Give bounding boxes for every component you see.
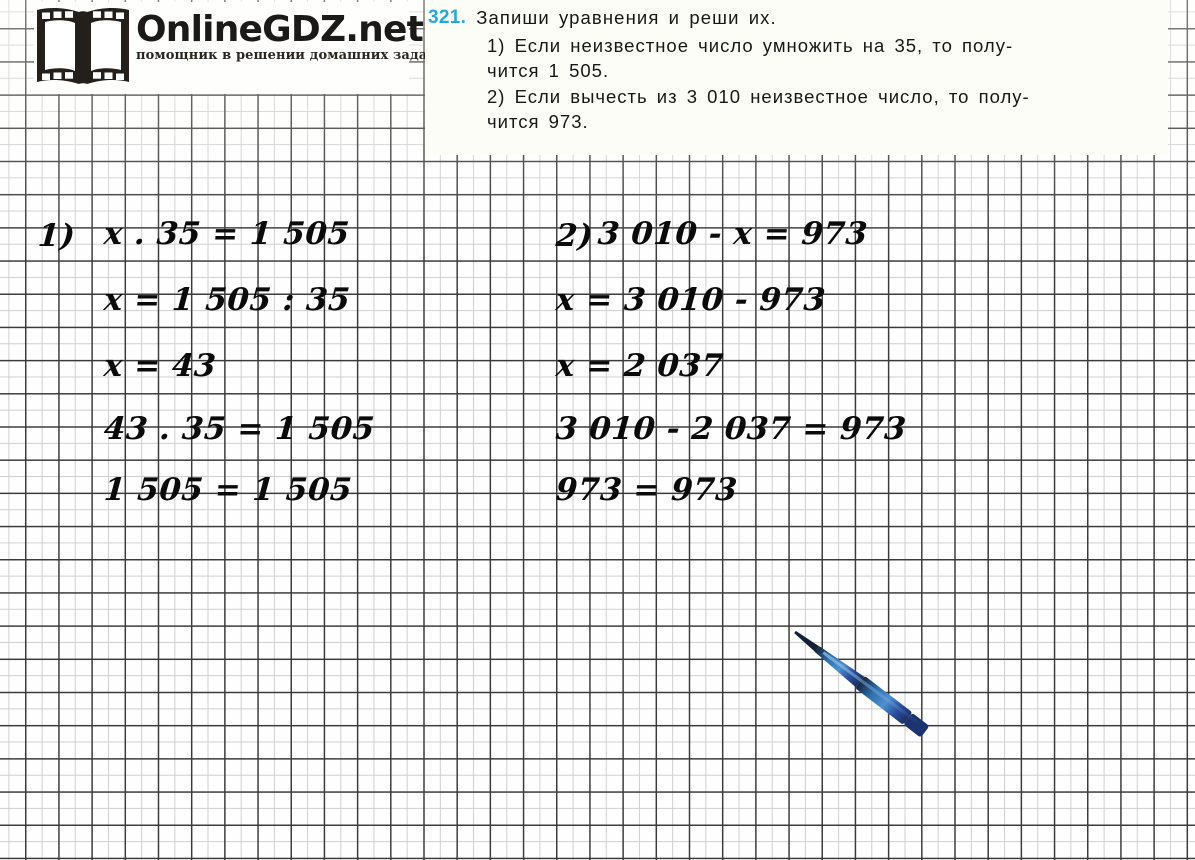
task-item-2-label: 2)	[487, 85, 506, 107]
solution-2-line-4: 3 010 - 2 037 = 973	[554, 411, 908, 447]
task-item-1-label: 1)	[487, 34, 506, 56]
notebook-page: OnlineGDZ.net помощник в решении домашни…	[0, 0, 1195, 860]
task-item-2-text: Если вычесть из 3 010 неизвестное число,…	[514, 85, 1030, 107]
solution-2-marker: 2)	[554, 218, 595, 254]
solution-2-line-5: 973 = 973	[554, 472, 739, 508]
logo-wordmark: OnlineGDZ.net	[136, 9, 424, 50]
task-item-list: 1) Если неизвестное число умножить на 35…	[425, 33, 1158, 135]
solution-2-line-1: 3 010 - x = 973	[596, 216, 870, 252]
solution-1-line-5: 1 505 = 1 505	[102, 472, 354, 508]
solution-1-line-3: x = 43	[102, 348, 218, 384]
task-panel: 321. Запиши уравнения и реши их. 1) Если…	[425, 0, 1168, 155]
solution-1-line-1: x . 35 = 1 505	[102, 216, 351, 252]
solution-1-line-4: 43 . 35 = 1 505	[102, 411, 377, 447]
task-item-2: 2) Если вычесть из 3 010 неизвестное чис…	[487, 84, 1115, 135]
task-item-1-text: Если неизвестное число умножить на 35, т…	[514, 34, 1014, 56]
task-item-1: 1) Если неизвестное число умножить на 35…	[487, 33, 1115, 84]
site-logo[interactable]: OnlineGDZ.net помощник в решении домашни…	[34, 2, 456, 94]
task-item-2-continuation: чится 973.	[487, 111, 589, 133]
logo-tagline: помощник в решении домашних заданий	[136, 48, 457, 64]
task-number: 321.	[428, 7, 467, 28]
solution-2-line-2: x = 3 010 - 973	[554, 282, 828, 318]
task-item-1-continuation: чится 1 505.	[487, 60, 610, 82]
solution-2-line-3: x = 2 037	[554, 348, 725, 384]
task-heading: 321. Запиши уравнения и реши их.	[425, 6, 1158, 30]
solution-1-marker: 1)	[36, 218, 77, 254]
filmstrip-open-book-logo-icon	[37, 7, 129, 85]
solution-1-line-2: x = 1 505 : 35	[102, 282, 352, 318]
task-title: Запиши уравнения и реши их.	[476, 7, 777, 28]
